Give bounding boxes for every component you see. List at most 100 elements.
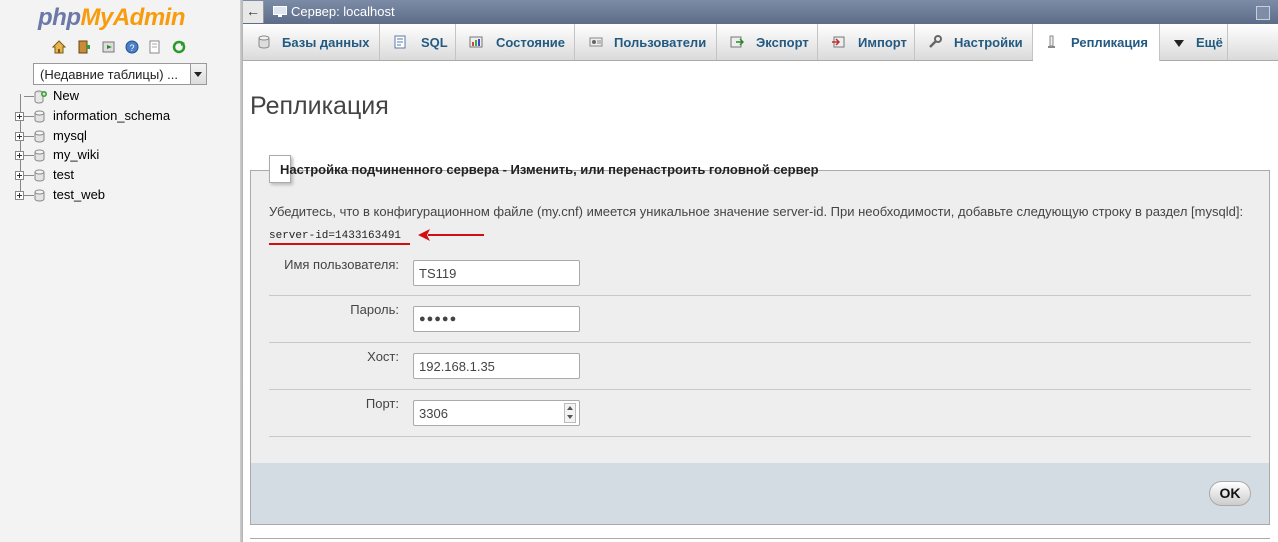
tab-status[interactable]: Состояние xyxy=(456,24,575,60)
tab-label: Пользователи xyxy=(614,35,707,50)
username-label: Имя пользователя: xyxy=(284,257,399,272)
tree-item-label: test_web xyxy=(53,187,106,202)
database-icon xyxy=(34,169,45,182)
home-icon[interactable] xyxy=(51,40,67,54)
sql-icon xyxy=(393,35,407,49)
page-title: Репликация xyxy=(250,92,389,120)
phpmyadmin-logo[interactable]: phpMyAdmin xyxy=(38,4,185,32)
new-database-icon xyxy=(34,90,47,104)
ok-button[interactable]: OK xyxy=(1209,481,1251,506)
host-value: 192.168.1.35 xyxy=(419,359,495,374)
tab-label: Состояние xyxy=(496,35,566,50)
tree-item-my-wiki[interactable]: my_wiki xyxy=(0,147,240,165)
more-icon xyxy=(1173,37,1187,51)
username-field[interactable]: TS119 xyxy=(413,260,580,286)
breadcrumb-bar: ← Сервер: localhost xyxy=(243,0,1278,24)
tree-item-label: my_wiki xyxy=(53,147,100,162)
logo-php-text: php xyxy=(38,4,81,31)
tab-import[interactable]: Импорт xyxy=(818,24,915,60)
top-menu-tabs: Базы данных SQL Состояние Пользователи Э… xyxy=(243,24,1278,61)
back-button[interactable]: ← xyxy=(243,1,264,23)
tab-sql[interactable]: SQL xyxy=(380,24,456,60)
collapse-icon[interactable] xyxy=(1256,6,1270,20)
tree-item-test-web[interactable]: test_web xyxy=(0,187,240,205)
tab-label: SQL xyxy=(421,35,448,50)
tab-settings[interactable]: Настройки xyxy=(915,24,1033,60)
password-field[interactable]: ●●●●● xyxy=(413,306,580,332)
database-icon xyxy=(34,149,45,162)
tab-users[interactable]: Пользователи xyxy=(575,24,717,60)
svg-text:?: ? xyxy=(129,43,134,53)
fieldset-legend: Настройка подчиненного сервера - Изменит… xyxy=(269,155,819,183)
legend-text: Настройка подчиненного сервера - Изменит… xyxy=(280,162,819,177)
form-footer xyxy=(250,463,1270,525)
port-label: Порт: xyxy=(365,396,399,411)
tree-item-information-schema[interactable]: information_schema xyxy=(0,108,240,126)
databases-icon xyxy=(257,35,271,49)
tab-databases[interactable]: Базы данных xyxy=(243,24,380,60)
tree-item-label: mysql xyxy=(53,128,87,143)
recent-tables-select[interactable]: (Недавние таблицы) ... xyxy=(33,63,207,85)
annotation-arrow-icon xyxy=(418,229,484,241)
expand-icon[interactable] xyxy=(15,151,24,160)
chevron-down-icon[interactable] xyxy=(190,64,206,84)
tree-item-label: test xyxy=(53,167,74,182)
row-divider xyxy=(269,436,1251,437)
tree-branch xyxy=(24,155,34,156)
database-icon xyxy=(34,189,45,202)
tree-item-label: information_schema xyxy=(53,108,171,123)
number-stepper[interactable] xyxy=(564,403,576,423)
recent-tables-value: (Недавние таблицы) ... xyxy=(40,67,178,82)
tree-branch xyxy=(24,195,34,196)
tree-branch xyxy=(24,136,34,137)
host-label: Хост: xyxy=(367,349,399,364)
tab-label: Базы данных xyxy=(282,35,370,50)
username-value: TS119 xyxy=(419,266,457,281)
tree-branch xyxy=(24,116,34,117)
exit-icon[interactable] xyxy=(77,40,91,54)
tab-label: Экспорт xyxy=(756,35,809,50)
host-field[interactable]: 192.168.1.35 xyxy=(413,353,580,379)
status-icon xyxy=(469,35,483,49)
tab-more[interactable]: Ещё xyxy=(1160,24,1228,60)
tree-item-label: New xyxy=(53,88,80,103)
help-icon[interactable]: ? xyxy=(125,40,139,54)
tab-label: Репликация xyxy=(1071,35,1148,50)
logo-myadmin-text: MyAdmin xyxy=(80,4,185,31)
expand-icon[interactable] xyxy=(15,171,24,180)
tree-branch xyxy=(24,175,34,176)
tree-item-test[interactable]: test xyxy=(0,167,240,185)
row-divider xyxy=(269,295,1251,296)
tab-label: Настройки xyxy=(954,35,1023,50)
reload-icon[interactable] xyxy=(172,40,186,54)
database-icon xyxy=(34,110,45,123)
server-id-code: server-id=1433163491 xyxy=(269,230,402,242)
tab-export[interactable]: Экспорт xyxy=(717,24,818,60)
annotation-underline xyxy=(269,243,410,245)
port-field[interactable]: 3306 xyxy=(413,400,580,426)
replication-icon xyxy=(1045,35,1059,49)
export-icon xyxy=(730,35,745,49)
main-panel: ← Сервер: localhost Базы данных SQL Сост… xyxy=(243,0,1278,542)
tree-item-mysql[interactable]: mysql xyxy=(0,128,240,146)
query-window-icon[interactable] xyxy=(102,40,116,54)
users-icon xyxy=(589,35,603,49)
password-value: ●●●●● xyxy=(419,313,458,325)
documentation-icon[interactable] xyxy=(148,40,162,54)
expand-icon[interactable] xyxy=(15,112,24,121)
tree-item-new[interactable]: New xyxy=(0,88,240,106)
page-bottom-divider xyxy=(250,538,1270,539)
expand-icon[interactable] xyxy=(15,132,24,141)
info-text: Убедитесь, что в конфигурационном файле … xyxy=(269,204,1244,219)
row-divider xyxy=(269,389,1251,390)
import-icon xyxy=(831,35,845,49)
port-value: 3306 xyxy=(419,406,448,421)
row-divider xyxy=(269,342,1251,343)
expand-icon[interactable] xyxy=(15,191,24,200)
breadcrumb-server[interactable]: Сервер: localhost xyxy=(291,4,395,19)
tab-label: Импорт xyxy=(858,35,907,50)
database-icon xyxy=(34,130,45,143)
tab-replication[interactable]: Репликация xyxy=(1033,24,1160,61)
wrench-icon xyxy=(928,35,942,49)
navigation-panel: phpMyAdmin ? (Недавние таблицы) ... New … xyxy=(0,0,240,542)
